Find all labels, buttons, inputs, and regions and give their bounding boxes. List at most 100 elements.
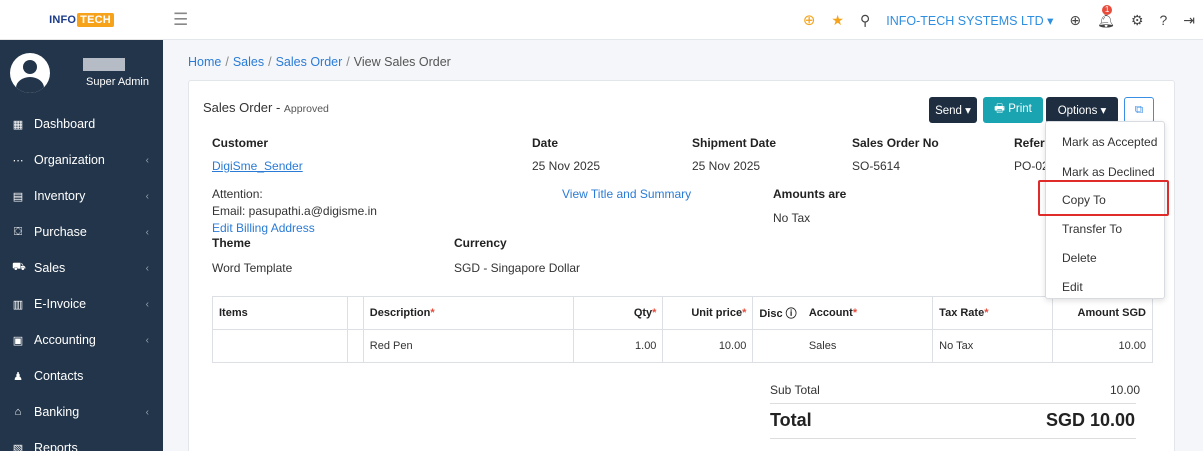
sidebar-item-dashboard[interactable]: ▦ Dashboard [0, 106, 163, 142]
chevron-left-icon: ‹ [145, 154, 149, 166]
options-button[interactable]: Options ▾ [1046, 97, 1118, 123]
table-row: Red Pen 1.00 10.00 Sales No Tax 10.00 [212, 329, 1153, 363]
subtotal-value: 10.00 [1110, 383, 1141, 397]
cell-qty: 1.00 [572, 329, 664, 363]
sidebar-item-e-invoice[interactable]: ▥ E-Invoice ‹ [0, 286, 163, 322]
sidebar-item-accounting[interactable]: ▣ Accounting ‹ [0, 322, 163, 358]
user-role: Super Admin [86, 76, 149, 88]
sidebar-item-inventory[interactable]: ▤ Inventory ‹ [0, 178, 163, 214]
notification-badge: 1 [1102, 4, 1113, 15]
add-circle-icon[interactable]: ⊕ [803, 11, 816, 29]
sidebar-item-reports[interactable]: ▧ Reports [0, 430, 163, 451]
divider [770, 403, 1136, 404]
sidebar-item-label: Contacts [34, 369, 84, 383]
logo[interactable]: INFO TECH [49, 12, 114, 27]
col-description: Description* [362, 296, 574, 330]
customer-label: Customer [212, 136, 269, 150]
help-icon[interactable]: ? [1159, 12, 1167, 28]
col-qty: Qty* [572, 296, 664, 330]
sidebar-item-contacts[interactable]: ♟ Contacts [0, 358, 163, 394]
sidebar: INFO TECH Super Admin ▦ Dashboard ⋯ Organiza… [0, 0, 163, 451]
info-icon[interactable]: ⓘ [786, 308, 797, 320]
accounting-icon: ▣ [12, 334, 24, 347]
cell-account: Sales [802, 329, 934, 363]
status-label: Approved [283, 103, 329, 115]
reports-icon: ▧ [12, 442, 24, 451]
cell-disc [752, 329, 803, 363]
hamburger-menu-icon[interactable]: ☰ [173, 10, 188, 30]
copy-icon[interactable]: ⧉ [1124, 97, 1154, 123]
sidebar-item-label: Inventory [34, 189, 86, 203]
sidebar-item-label: Reports [34, 441, 78, 451]
col-items: Items [212, 296, 348, 330]
sales-order-no-label: Sales Order No [852, 136, 939, 150]
col-spacer [346, 296, 364, 330]
print-button[interactable]: 🖶 Print [983, 97, 1043, 123]
bell-icon[interactable]: 🔔︎ 1 [1097, 4, 1115, 29]
cell-tax-rate: No Tax [932, 329, 1054, 363]
col-unit-price: Unit price* [662, 296, 754, 330]
sidebar-item-sales[interactable]: ⛟ Sales ‹ [0, 250, 163, 286]
user-profile[interactable]: Super Admin [0, 40, 163, 106]
total-value: SGD 10.00 [1046, 410, 1136, 430]
organization-icon: ⋯ [12, 154, 24, 167]
copy-to-highlight-box [1038, 180, 1169, 216]
edit-billing-address-link[interactable]: Edit Billing Address [212, 221, 315, 235]
cell-amount: 10.00 [1052, 329, 1153, 363]
dashboard-icon: ▦ [12, 118, 24, 131]
sidebar-item-label: Sales [34, 261, 66, 275]
menu-item-transfer-to[interactable]: Transfer To [1046, 214, 1164, 243]
banking-icon: ⌂ [14, 406, 22, 418]
date-value: 25 Nov 2025 [532, 159, 601, 173]
sidebar-item-purchase[interactable]: ⛋ Purchase ‹ [0, 214, 163, 250]
view-title-summary-link[interactable]: View Title and Summary [562, 187, 691, 201]
sidebar-item-label: E-Invoice [34, 297, 87, 311]
date-label: Date [532, 136, 559, 150]
sidebar-item-label: Organization [34, 153, 105, 167]
cell-unit-price: 10.00 [662, 329, 754, 363]
reference-value: PO-02 [1014, 159, 1049, 173]
chevron-left-icon: ‹ [145, 226, 149, 238]
company-selector[interactable]: INFO-TECH SYSTEMS LTD ▾ [886, 13, 1053, 28]
col-account: Account* [802, 296, 934, 330]
send-button[interactable]: Send ▾ [929, 97, 977, 123]
currency-value: SGD - Singapore Dollar [454, 261, 581, 275]
breadcrumb: Home / Sales / Sales Order / View Sales Order [188, 55, 451, 69]
breadcrumb-sales-order[interactable]: Sales Order [276, 55, 343, 69]
customer-link[interactable]: DigiSme_Sender [212, 159, 303, 173]
logout-icon[interactable]: ⇥ [1183, 12, 1195, 29]
menu-item-mark-accepted[interactable]: Mark as Accepted [1046, 127, 1164, 156]
einvoice-icon: ▥ [12, 298, 24, 311]
sales-order-no-value: SO-5614 [852, 159, 901, 173]
cell-spacer [346, 329, 364, 363]
chevron-left-icon: ‹ [145, 334, 149, 346]
menu-item-edit[interactable]: Edit [1046, 272, 1164, 301]
currency-label: Currency [454, 236, 507, 250]
table-header-row: Items Description* Qty* Unit price* Disc… [212, 296, 1153, 330]
search-icon[interactable]: ⚲ [860, 12, 870, 29]
avatar [10, 53, 50, 93]
page-title: Sales Order - Approved [203, 100, 329, 115]
shipment-date-value: 25 Nov 2025 [692, 159, 761, 173]
breadcrumb-sales[interactable]: Sales [233, 55, 264, 69]
chevron-left-icon: ‹ [145, 298, 149, 310]
top-bar: ☰ ⊕ ★ ⚲ INFO-TECH SYSTEMS LTD ▾ ⊕ 🔔︎ 1 ⚙ … [163, 0, 1203, 40]
star-icon[interactable]: ★ [831, 12, 844, 29]
sidebar-item-organization[interactable]: ⋯ Organization ‹ [0, 142, 163, 178]
divider [770, 438, 1136, 439]
email-line: Email: pasupathi.a@digisme.in [212, 204, 377, 218]
purchase-icon: ⛋ [13, 225, 23, 238]
theme-value: Word Template [212, 261, 293, 275]
sidebar-item-label: Dashboard [34, 117, 96, 131]
sidebar-item-banking[interactable]: ⌂ Banking ‹ [0, 394, 163, 430]
settings-icon[interactable]: ⚙ [1131, 12, 1144, 29]
menu-item-delete[interactable]: Delete [1046, 243, 1164, 272]
user-name-redacted [83, 58, 125, 71]
breadcrumb-home[interactable]: Home [188, 55, 221, 69]
chevron-left-icon: ‹ [145, 262, 149, 274]
logo-area: INFO TECH [0, 0, 163, 40]
inventory-icon: ▤ [12, 190, 24, 203]
globe-icon[interactable]: ⊕ [1069, 12, 1081, 29]
cell-description: Red Pen [362, 329, 574, 363]
chevron-left-icon: ‹ [145, 406, 149, 418]
